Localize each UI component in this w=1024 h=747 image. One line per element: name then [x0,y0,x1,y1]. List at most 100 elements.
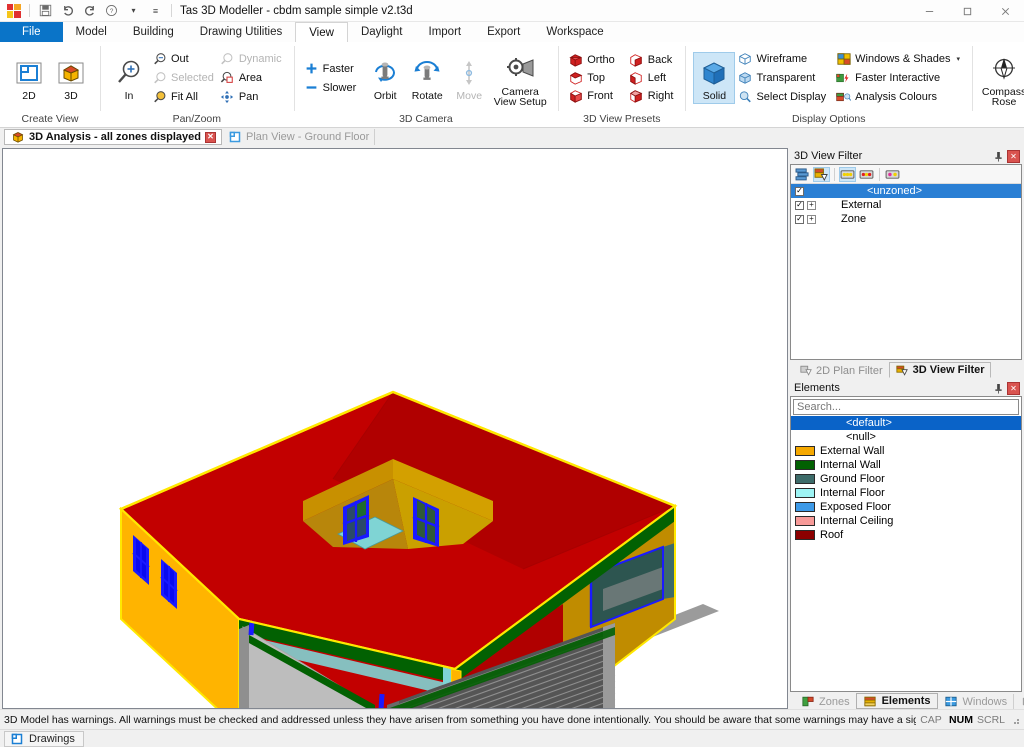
pin-icon[interactable] [992,150,1005,163]
view-left-button[interactable]: Left [627,69,678,87]
filter-all-icon[interactable] [794,167,811,182]
resize-grip-icon[interactable] [1010,715,1020,725]
view-preset-grid: Ortho Back Top Left Front Right [566,51,677,105]
element-row-internal-wall[interactable]: Internal Wall [791,458,1021,472]
checkbox[interactable]: ✓ [795,200,804,210]
analysis-colours-button[interactable]: Analysis Colours [834,88,964,106]
element-row-exposed-floor[interactable]: Exposed Floor [791,500,1021,514]
checkbox[interactable]: ✓ [795,214,804,224]
document-tab-plan-view[interactable]: Plan View - Ground Floor [222,129,376,145]
taskbar-button-drawings[interactable]: Drawings [4,730,84,747]
view-top-button[interactable]: Top [566,69,619,87]
element-row-external-wall[interactable]: External Wall [791,444,1021,458]
zoom-area-button[interactable]: Area [218,69,286,87]
create-3d-view-button[interactable]: 3D [50,53,92,103]
view-back-button[interactable]: Back [627,51,678,69]
filter-colour-icon[interactable] [884,167,901,182]
element-row-roof[interactable]: Roof [791,528,1021,542]
app-logo-icon[interactable] [4,1,23,20]
help-icon[interactable]: ? [102,1,121,20]
close-icon[interactable]: ✕ [1007,381,1020,395]
zoom-out-label: Out [171,53,189,65]
solid-button[interactable]: Solid [693,52,736,104]
view-front-button[interactable]: Front [566,87,619,105]
zones-icon [800,694,815,709]
zoom-in-label: In [124,90,134,102]
undo-icon[interactable] [58,1,77,20]
tab-zones[interactable]: Zones [794,694,856,709]
filter-select-icon[interactable] [813,166,830,182]
element-row-internal-ceiling[interactable]: Internal Ceiling [791,514,1021,528]
tab-elements[interactable]: Elements [855,693,938,709]
camera-slower-button[interactable]: Slower [302,79,361,97]
transparent-button[interactable]: Transparent [735,69,830,87]
filter-hide-icon[interactable] [858,167,875,182]
camera-faster-label: Faster [322,62,354,75]
orbit-label: Orbit [373,90,397,102]
document-tab-3d-analysis[interactable]: 3D Analysis - all zones displayed ✕ [4,129,222,145]
windows-shades-icon [836,52,851,67]
ribbon-tab-import[interactable]: Import [416,22,475,42]
element-row-default[interactable]: <default> [791,416,1021,430]
3d-view-filter-title: 3D View Filter [794,150,863,162]
ribbon-tab-building[interactable]: Building [120,22,187,42]
wireframe-button[interactable]: Wireframe [735,50,830,68]
tree-row-unzoned[interactable]: ✓ <unzoned> [791,184,1021,198]
ribbon-tab-drawing-utilities[interactable]: Drawing Utilities [187,22,295,42]
pan-button[interactable]: Pan [218,88,286,106]
create-2d-view-button[interactable]: 2D [8,53,50,103]
tree-row-external[interactable]: ✓ + External [791,198,1021,212]
close-icon[interactable]: ✕ [205,131,216,143]
ribbon-tab-file[interactable]: File [0,22,63,42]
pan-zoom-group-label: Pan/Zoom [172,113,222,125]
camera-faster-button[interactable]: Faster [302,60,361,78]
filter-show-all-icon[interactable] [839,166,856,182]
ribbon-tab-view[interactable]: View [295,22,348,42]
ribbon-group-pan-zoom: In Out Selected Fit All Dynamic Area Pan… [100,42,294,127]
tab-2d-plan-filter[interactable]: 2D Plan Filter [792,363,889,378]
save-icon[interactable] [36,1,55,20]
windows-shades-button[interactable]: Windows & Shades ▾ [834,50,964,68]
plan-view-icon [16,55,42,91]
zoom-out-button[interactable]: Out [150,50,218,68]
expander-icon[interactable]: + [807,200,816,210]
maximize-button[interactable] [948,0,986,22]
tree-row-zone[interactable]: ✓ + Zone [791,212,1021,226]
view-right-button[interactable]: Right [627,87,678,105]
elements-list[interactable]: <default> <null> External Wall Internal … [791,416,1021,691]
element-row-null[interactable]: <null> [791,430,1021,444]
minimize-button[interactable] [910,0,948,22]
view-ortho-button[interactable]: Ortho [566,51,619,69]
redo-icon[interactable] [80,1,99,20]
zoom-selected-label: Selected [171,72,214,84]
search-input[interactable]: Search... [793,399,1019,415]
tab-windows[interactable]: Windows [938,694,1014,709]
chevron-down-icon[interactable]: ▾ [957,55,961,63]
zoom-fit-all-button[interactable]: Fit All [150,88,218,106]
tab-shades[interactable]: Shades [1013,694,1024,709]
tab-3d-view-filter[interactable]: 3D View Filter [888,362,991,378]
expander-icon[interactable]: + [807,214,816,224]
close-icon[interactable]: ✕ [1007,149,1020,163]
close-button[interactable] [986,0,1024,22]
camera-view-setup-button[interactable]: Camera View Setup [490,49,550,108]
customize-toolbar-icon[interactable]: ≡ [146,1,165,20]
3d-viewport[interactable] [2,148,788,709]
ribbon-tab-model[interactable]: Model [63,22,120,42]
pin-icon[interactable] [992,382,1005,395]
zoom-in-button[interactable]: In [108,53,150,103]
3d-view-filter-tree[interactable]: ✓ <unzoned> ✓ + External ✓ + Zone [791,184,1021,359]
chevron-down-icon[interactable]: ▾ [124,1,143,20]
select-display-button[interactable]: Select Display [735,88,830,106]
ribbon-tab-daylight[interactable]: Daylight [348,22,416,42]
orbit-button[interactable]: Orbit [364,53,406,103]
ribbon-tab-export[interactable]: Export [474,22,533,42]
checkbox[interactable]: ✓ [795,186,804,196]
element-row-ground-floor[interactable]: Ground Floor [791,472,1021,486]
pan-zoom-col-2: Dynamic Area Pan [218,50,286,106]
compass-rose-button[interactable]: Compass Rose [980,49,1024,108]
element-row-internal-floor[interactable]: Internal Floor [791,486,1021,500]
ribbon-tab-workspace[interactable]: Workspace [533,22,616,42]
faster-interactive-button[interactable]: Faster Interactive [834,69,964,87]
rotate-button[interactable]: Rotate [406,53,448,103]
